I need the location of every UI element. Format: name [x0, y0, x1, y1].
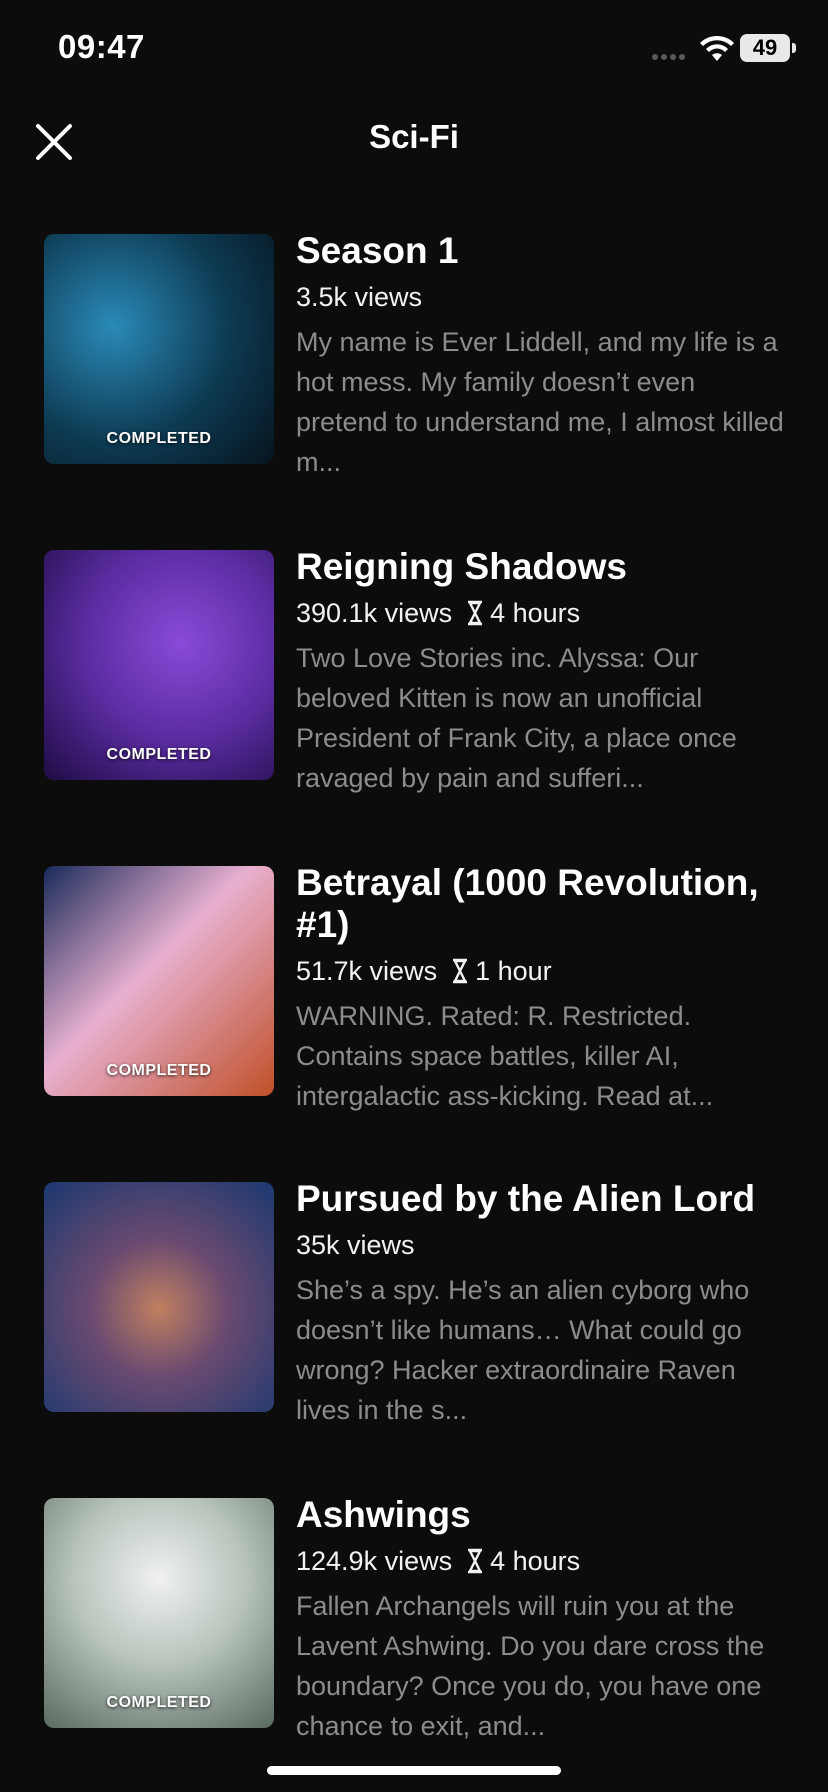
book-description: WARNING. Rated: R. Restricted. Contains … [296, 1001, 714, 1111]
book-views: 390.1k views [296, 598, 453, 628]
book-title: Pursued by the Alien Lord [296, 1178, 756, 1219]
header: Sci-Fi [0, 100, 828, 180]
status-bar: 09:47 49 [0, 0, 828, 96]
book-item-ashwings[interactable]: COMPLETED Ashwings 124.9k views 4 hours … [44, 1494, 784, 1784]
book-description: My name is Ever Liddell, and my life is … [296, 327, 784, 477]
battery-tip [792, 43, 796, 53]
book-views: 51.7k views [296, 956, 438, 986]
book-duration: 4 hours [490, 1546, 581, 1576]
status-time: 09:47 [58, 28, 145, 65]
book-meta: 35k views [296, 1228, 784, 1262]
book-item-betrayal[interactable]: COMPLETED Betrayal (1000 Revolution, #1)… [44, 862, 784, 1152]
book-meta: 124.9k views 4 hours [296, 1544, 784, 1578]
book-description: Two Love Stories inc. Alyssa: Our belove… [296, 643, 737, 793]
hourglass-icon [468, 600, 483, 626]
book-item-pursued-by-the-alien-lord[interactable]: Pursued by the Alien Lord 35k views She’… [44, 1178, 784, 1468]
book-duration: 1 hour [475, 956, 552, 986]
book-cover: COMPLETED [44, 866, 274, 1096]
battery-icon: 49 [740, 34, 790, 62]
book-cover [44, 1182, 274, 1412]
completed-badge: COMPLETED [106, 430, 212, 447]
book-cover: COMPLETED [44, 1498, 274, 1728]
book-title: Reigning Shadows [296, 546, 627, 587]
book-title: Season 1 [296, 230, 459, 271]
book-description: She’s a spy. He’s an alien cyborg who do… [296, 1275, 750, 1425]
hourglass-icon [468, 1548, 483, 1574]
book-views: 35k views [296, 1230, 415, 1260]
book-item-reigning-shadows[interactable]: COMPLETED Reigning Shadows 390.1k views … [44, 546, 784, 836]
book-cover: COMPLETED [44, 550, 274, 780]
home-indicator[interactable] [267, 1766, 561, 1775]
book-cover: COMPLETED [44, 234, 274, 464]
wifi-icon [700, 35, 734, 61]
book-title: Ashwings [296, 1494, 471, 1535]
cellular-signal-icon [652, 54, 685, 60]
book-duration: 4 hours [490, 598, 581, 628]
completed-badge: COMPLETED [106, 746, 212, 763]
book-meta: 51.7k views 1 hour [296, 954, 784, 988]
completed-badge: COMPLETED [106, 1062, 212, 1079]
book-views: 3.5k views [296, 282, 423, 312]
hourglass-icon [453, 958, 468, 984]
book-views: 124.9k views [296, 1546, 453, 1576]
book-title: Betrayal (1000 Revolution, #1) [296, 862, 759, 945]
book-description: Fallen Archangels will ruin you at the L… [296, 1591, 765, 1741]
book-meta: 390.1k views 4 hours [296, 596, 784, 630]
completed-badge: COMPLETED [106, 1694, 212, 1711]
page-title: Sci-Fi [369, 118, 459, 155]
book-meta: 3.5k views [296, 280, 784, 314]
book-item-season-1[interactable]: COMPLETED Season 1 3.5k views My name is… [44, 230, 784, 520]
